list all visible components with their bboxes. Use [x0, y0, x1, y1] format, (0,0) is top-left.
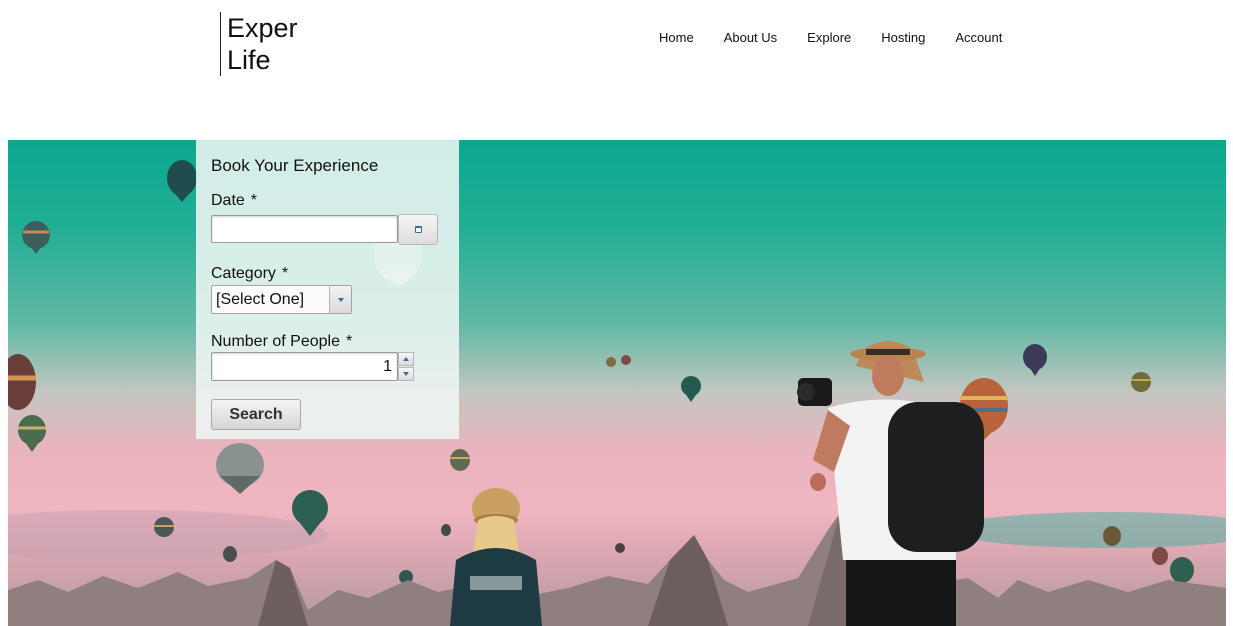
nav-explore[interactable]: Explore	[807, 30, 851, 46]
date-label-text: Date	[211, 192, 245, 209]
people-label-text: Number of People	[211, 333, 340, 350]
people-input[interactable]: 1	[211, 352, 398, 381]
required-mark: *	[345, 333, 353, 350]
date-input[interactable]	[211, 215, 398, 243]
calendar-button[interactable]	[398, 214, 438, 245]
chevron-up-icon	[403, 357, 409, 361]
booking-panel: Book Your Experience Date * Category * [Se…	[196, 140, 459, 439]
nav-account[interactable]: Account	[955, 30, 1002, 46]
category-selected-value: [Select One]	[216, 291, 305, 308]
people-stepper: 1	[211, 352, 414, 381]
calendar-icon	[414, 226, 422, 233]
stepper-buttons	[398, 352, 414, 381]
nav-about-us[interactable]: About Us	[724, 30, 777, 46]
required-mark: *	[250, 192, 258, 209]
nav-hosting[interactable]: Hosting	[881, 30, 925, 46]
booking-title: Book Your Experience	[211, 156, 379, 175]
hero-image	[8, 140, 1226, 626]
hero-illustration	[8, 160, 1226, 626]
search-button[interactable]: Search	[211, 399, 301, 430]
date-picker	[211, 214, 444, 246]
nav-home[interactable]: Home	[659, 30, 694, 46]
required-mark: *	[281, 265, 289, 282]
increment-button[interactable]	[398, 352, 414, 366]
chevron-down-icon	[403, 372, 409, 376]
date-label: Date *	[211, 191, 444, 210]
category-label-text: Category	[211, 265, 276, 282]
woman-figure	[450, 488, 542, 626]
decrement-button[interactable]	[398, 367, 414, 381]
people-label: Number of People *	[211, 332, 444, 351]
dropdown-button[interactable]	[329, 286, 351, 313]
logo-line-1: Exper	[227, 13, 298, 43]
category-label: Category *	[211, 264, 444, 283]
main-nav: Home About Us Explore Hosting Account	[659, 30, 1032, 46]
chevron-down-icon	[337, 297, 344, 302]
site-logo[interactable]: Exper Life	[220, 12, 298, 76]
category-select[interactable]: [Select One]	[211, 285, 352, 314]
logo-line-2: Life	[227, 45, 271, 75]
